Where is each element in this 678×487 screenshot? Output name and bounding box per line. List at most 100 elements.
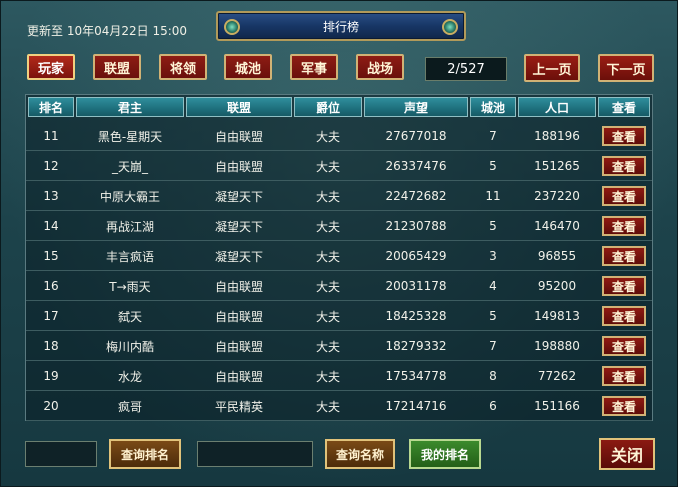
cell-alliance: 凝望天下	[214, 219, 263, 234]
tab-players[interactable]: 玩家	[27, 54, 75, 80]
cell-cities: 7	[489, 339, 497, 353]
cell-prestige: 18279332	[385, 339, 447, 353]
table-row: 14 再战江湖 凝望天下 大夫 21230788 5 146470 查看	[26, 211, 652, 241]
cell-rank: 17	[43, 309, 59, 323]
col-population: 人口	[518, 97, 596, 117]
update-time: 更新至 10年04月22日 15:00	[27, 22, 187, 39]
view-button[interactable]: 查看	[602, 306, 646, 326]
cell-population: 151166	[534, 399, 580, 413]
table-row: 15 丰言疯语 凝望天下 大夫 20065429 3 96855 查看	[26, 241, 652, 271]
tab-battlefield[interactable]: 战场	[356, 54, 404, 80]
my-rank-button[interactable]: 我的排名	[409, 439, 481, 469]
view-button[interactable]: 查看	[602, 336, 646, 356]
cell-prestige: 18425328	[385, 309, 447, 323]
ranking-window: 更新至 10年04月22日 15:00 排行榜 玩家 联盟 将领 城池 军事 战…	[0, 0, 678, 487]
rank-query-input[interactable]	[25, 441, 97, 467]
cell-population: 77262	[537, 369, 577, 383]
cell-cities: 5	[489, 219, 497, 233]
view-button[interactable]: 查看	[602, 156, 646, 176]
cell-cities: 4	[489, 279, 497, 293]
view-button[interactable]: 查看	[602, 276, 646, 296]
table-row: 17 弑天 自由联盟 大夫 18425328 5 149813 查看	[26, 301, 652, 331]
col-lord: 君主	[76, 97, 184, 117]
cell-title: 大夫	[315, 219, 340, 234]
table-row: 20 疯哥 平民精英 大夫 17214716 6 151166 查看	[26, 391, 652, 421]
view-button[interactable]: 查看	[602, 396, 646, 416]
cell-alliance: 凝望天下	[214, 249, 263, 264]
tab-military[interactable]: 军事	[290, 54, 338, 80]
view-button[interactable]: 查看	[602, 366, 646, 386]
cell-title: 大夫	[315, 189, 340, 204]
cell-title: 大夫	[315, 279, 340, 294]
cell-population: 149813	[534, 309, 580, 323]
cell-rank: 13	[43, 189, 59, 203]
cell-alliance: 自由联盟	[214, 369, 263, 384]
col-cities: 城池	[470, 97, 516, 117]
update-value: 10年04月22日 15:00	[66, 24, 188, 38]
page-indicator: 2/527	[425, 57, 507, 81]
cell-population: 96855	[537, 249, 577, 263]
cell-rank: 11	[43, 129, 59, 143]
col-rank: 排名	[28, 97, 74, 117]
name-query-input[interactable]	[197, 441, 313, 467]
view-button[interactable]: 查看	[602, 216, 646, 236]
row-divider	[26, 420, 652, 421]
table-row: 19 水龙 自由联盟 大夫 17534778 8 77262 查看	[26, 361, 652, 391]
tab-alliances[interactable]: 联盟	[93, 54, 141, 80]
cell-lord: 丰言疯语	[105, 249, 154, 264]
tab-generals[interactable]: 将领	[159, 54, 207, 80]
cell-rank: 20	[43, 399, 59, 413]
cell-population: 188196	[534, 129, 580, 143]
cell-prestige: 26337476	[385, 159, 447, 173]
cell-title: 大夫	[315, 129, 340, 144]
cell-title: 大夫	[315, 309, 340, 324]
col-alliance: 联盟	[186, 97, 292, 117]
cell-lord: 再战江湖	[105, 219, 154, 234]
cell-rank: 19	[43, 369, 59, 383]
cell-cities: 3	[489, 249, 497, 263]
next-page-button[interactable]: 下一页	[598, 54, 654, 82]
page-title: 排行榜	[322, 19, 359, 34]
cell-population: 237220	[534, 189, 580, 203]
cell-rank: 12	[43, 159, 59, 173]
cell-lord: _天崩_	[111, 159, 148, 174]
cell-prestige: 20065429	[385, 249, 447, 263]
col-title: 爵位	[294, 97, 362, 117]
view-button[interactable]: 查看	[602, 246, 646, 266]
cell-lord: 梅川内酷	[105, 339, 154, 354]
cell-alliance: 自由联盟	[214, 279, 263, 294]
cell-title: 大夫	[315, 369, 340, 384]
view-button[interactable]: 查看	[602, 126, 646, 146]
tab-cities[interactable]: 城池	[224, 54, 272, 80]
view-button[interactable]: 查看	[602, 186, 646, 206]
cell-population: 95200	[537, 279, 577, 293]
cell-lord: 中原大霸王	[99, 189, 160, 204]
cell-lord: 弑天	[117, 309, 142, 324]
cell-lord: 黑色-星期天	[97, 129, 163, 144]
gem-ornament-icon	[442, 19, 458, 35]
prev-page-button[interactable]: 上一页	[524, 54, 580, 82]
cell-prestige: 17214716	[385, 399, 447, 413]
query-name-button[interactable]: 查询名称	[325, 439, 395, 469]
cell-title: 大夫	[315, 339, 340, 354]
cell-cities: 5	[489, 159, 497, 173]
close-button[interactable]: 关闭	[599, 438, 655, 470]
cell-title: 大夫	[315, 399, 340, 414]
cell-lord: 水龙	[117, 369, 142, 384]
cell-cities: 6	[489, 399, 497, 413]
cell-cities: 7	[489, 129, 497, 143]
query-rank-button[interactable]: 查询排名	[109, 439, 181, 469]
gem-ornament-icon	[224, 19, 240, 35]
col-view: 查看	[598, 97, 650, 117]
table-row: 11 黑色-星期天 自由联盟 大夫 27677018 7 188196 查看	[26, 121, 652, 151]
cell-rank: 14	[43, 219, 59, 233]
cell-cities: 5	[489, 309, 497, 323]
cell-title: 大夫	[315, 249, 340, 264]
cell-lord: 疯哥	[117, 399, 142, 414]
table-row: 13 中原大霸王 凝望天下 大夫 22472682 11 237220 查看	[26, 181, 652, 211]
update-label: 更新至	[27, 24, 64, 38]
cell-rank: 18	[43, 339, 59, 353]
cell-prestige: 22472682	[385, 189, 447, 203]
title-bar: 排行榜	[216, 11, 466, 41]
cell-cities: 8	[489, 369, 497, 383]
